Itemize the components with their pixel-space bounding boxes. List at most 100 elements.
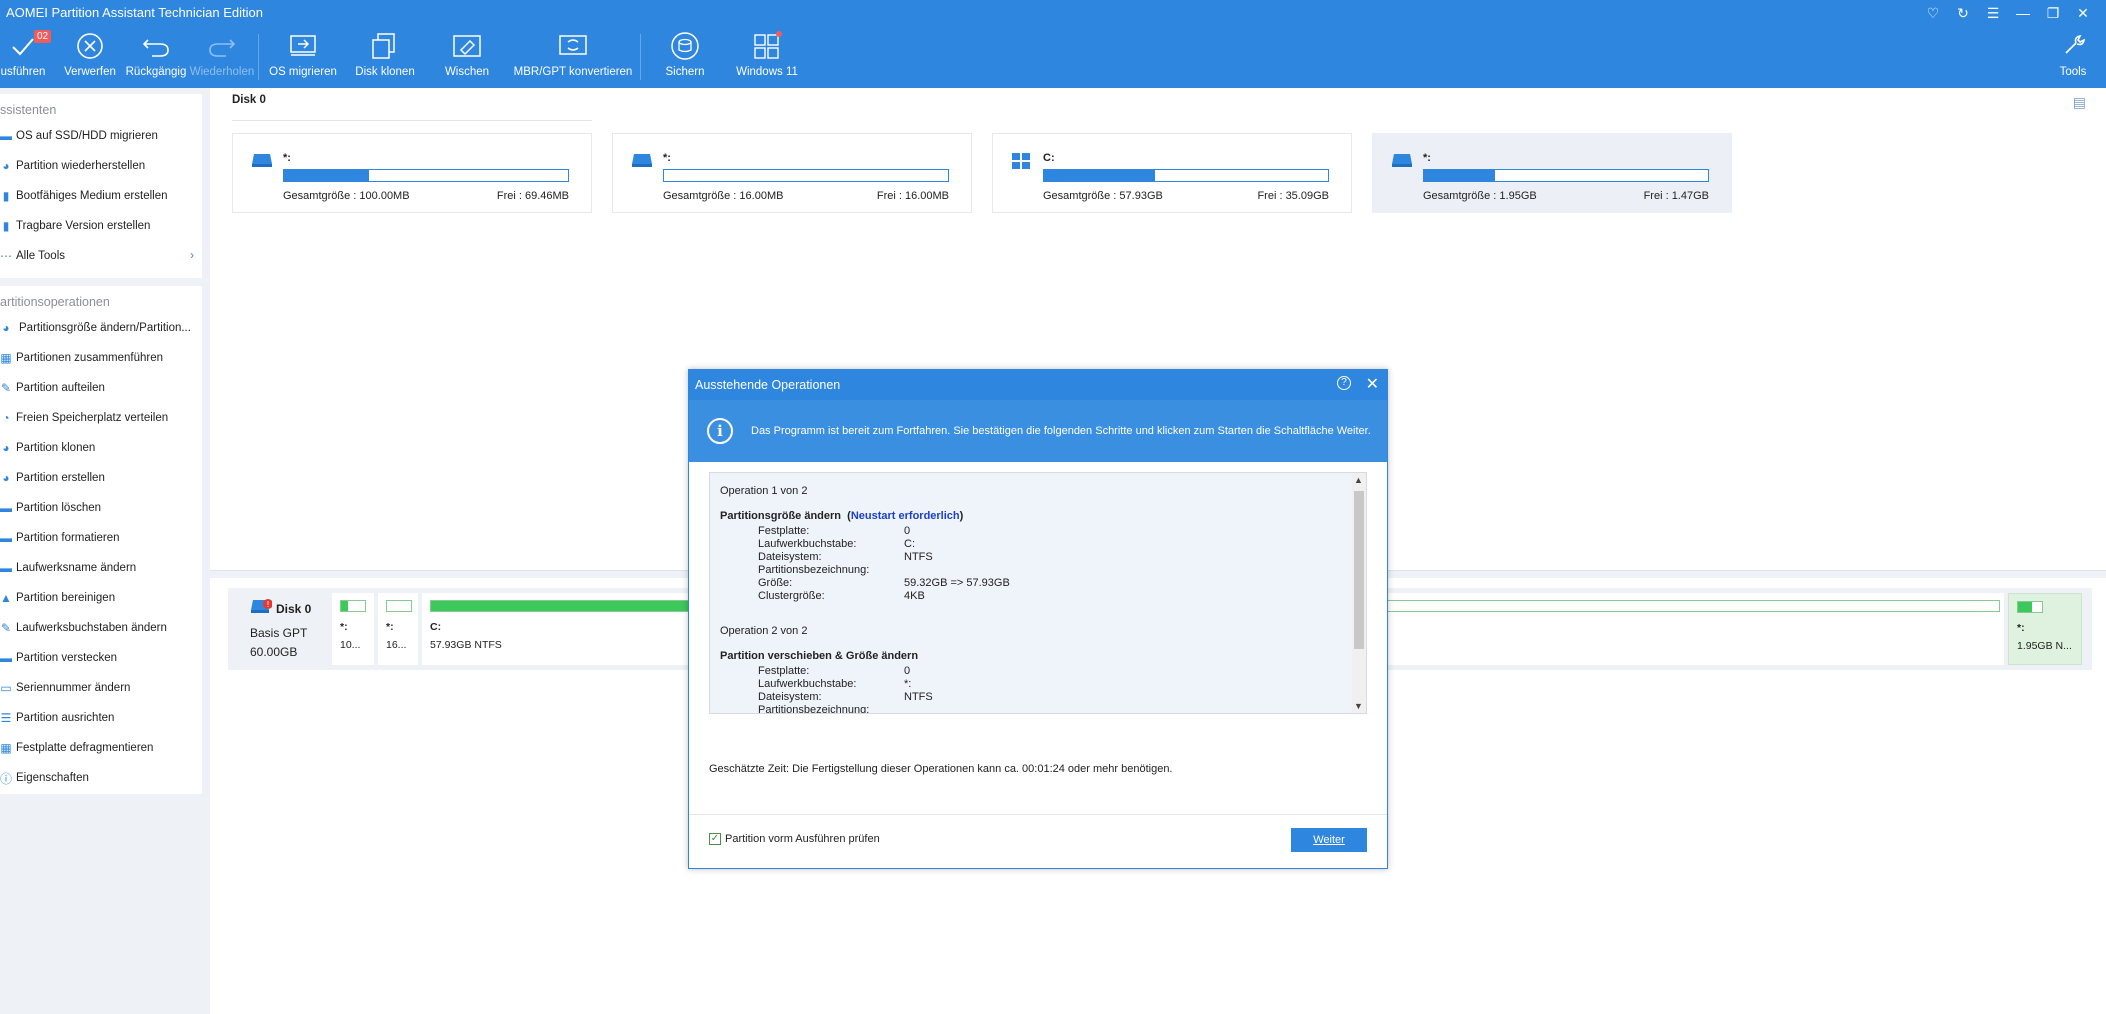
partition-usage-fill [341,601,349,611]
convert-icon [559,35,587,55]
sidebar-item-recover-partition[interactable]: ◕ Partition wiederherstellen [0,151,202,181]
check-partition-checkbox[interactable]: ✓ Partition vorm Ausführen prüfen [709,833,880,845]
drive-icon [252,154,272,167]
sidebar-item-delete-partition[interactable]: ▬ Partition löschen [0,493,202,523]
close-icon[interactable]: ✕ [1366,374,1379,394]
toolbar-separator [258,34,259,80]
dialog-title: Ausstehende Operationen [695,378,841,392]
sidebar: ssistenten ▬ OS auf SSD/HDD migrieren ◕ Pa… [0,88,210,1014]
usage-fill [284,170,370,181]
dialog-header: Ausstehende Operationen ? ✕ [689,370,1387,400]
sidebar-item-bootable-media[interactable]: ▮ Bootfähiges Medium erstellen [0,181,202,211]
sidebar-item-all-tools[interactable]: ⋯ Alle Tools › [0,241,202,271]
layout-toggle-icon[interactable]: ▤ [2073,94,2086,111]
op-detail-row: Festplatte: 0 [758,665,911,677]
partition-usage-bar [340,600,366,612]
clone-disk-button[interactable]: Disk klonen [350,30,420,84]
title-bar: AOMEI Partition Assistant Technician Edi… [0,0,2106,26]
undo-button[interactable]: Rückgängig [124,30,188,84]
op-detail-row: Laufwerkbuchstabe: *: [758,678,912,690]
restart-required-link[interactable]: Neustart erforderlich [851,510,960,522]
sidebar-item-properties[interactable]: ⓘ Eigenschaften [0,763,202,793]
sidebar-item-serial[interactable]: ▭ Seriennummer ändern [0,673,202,703]
partition-card[interactable]: C: Gesamtgröße : 57.93GB Frei : 35.09GB [992,133,1352,213]
disk-type: Basis GPT [250,626,308,640]
close-button[interactable]: ✕ [2068,2,2098,24]
mbr-gpt-convert-button[interactable]: MBR/GPT konvertieren [514,30,632,84]
sidebar-item-merge[interactable]: ▦ Partitionen zusammenführen [0,343,202,373]
operations-list[interactable]: Operation 1 von 2 Partitionsgröße ändern… [709,472,1367,714]
info-text: Das Programm ist bereit zum Fortfahren. … [751,425,1371,437]
sidebar-item-allocate-space[interactable]: ◔ Freien Speicherplatz verteilen [0,403,202,433]
sidebar-item-migrate-os[interactable]: ▬ OS auf SSD/HDD migrieren [0,121,202,151]
next-button[interactable]: Weiter [1291,828,1367,852]
op-detail-row: Festplatte: 0 [758,525,911,537]
feedback-icon[interactable]: ♡ [1918,2,1948,24]
disk-info[interactable]: ! Disk 0 Basis GPT 60.00GB [228,588,328,670]
disk-partition-block[interactable]: *: 10... [332,593,374,665]
merge-icon: ▦ [0,351,12,365]
resize-icon: ◕ [2,321,10,335]
op-detail-row: Partitionsbezeichnung: [758,704,870,714]
minimize-button[interactable]: — [2008,2,2038,24]
usage-bar [663,169,949,182]
sidebar-item-create-partition[interactable]: ◕ Partition erstellen [0,463,202,493]
more-icon: ⋯ [0,249,12,263]
disk-size: 60.00GB [250,645,298,659]
disk-partition-block-selected[interactable]: *: 1.95GB N... [2008,593,2082,665]
partition-card[interactable]: *: Gesamtgröße : 100.00MB Frei : 69.46MB [232,133,592,213]
op-detail-row: Dateisystem: NTFS [758,551,933,563]
sidebar-item-resize[interactable]: ◕ Partitionsgröße ändern/Partition... [0,313,202,343]
checkbox-checked-icon[interactable]: ✓ [709,833,721,845]
help-icon[interactable]: ? [1337,376,1351,390]
operation-header: Operation 1 von 2 [720,485,808,497]
apply-button[interactable]: 02 usführen [0,30,52,84]
dialog-footer: ✓ Partition vorm Ausführen prüfen Weiter [689,814,1387,868]
tools-icon [2065,34,2086,54]
op-detail-row: Dateisystem: NTFS [758,691,933,703]
scroll-thumb[interactable] [1354,491,1364,649]
discard-icon [77,33,103,59]
scroll-up-icon[interactable]: ▲ [1354,475,1363,485]
refresh-icon[interactable]: ↻ [1948,2,1978,24]
serial-icon: ▭ [0,681,12,695]
sidebar-item-format[interactable]: ▬ Partition formatieren [0,523,202,553]
windows11-button[interactable]: Windows 11 [730,30,804,84]
sidebar-item-defrag[interactable]: ▦ Festplatte defragmentieren [0,733,202,763]
partition-card-selected[interactable]: *: Gesamtgröße : 1.95GB Frei : 1.47GB [1372,133,1732,213]
menu-icon[interactable]: ☰ [1978,2,2008,24]
migrate-icon: ▬ [0,129,12,143]
partition-card[interactable]: *: Gesamtgröße : 16.00MB Frei : 16.00MB [612,133,972,213]
sidebar-item-split[interactable]: ✎ Partition aufteilen [0,373,202,403]
edit-icon: ✎ [0,621,12,635]
partition-ops-panel: artitionsoperationen ◕ Partitionsgröße än… [0,286,202,794]
sidebar-item-clone-partition[interactable]: ◕ Partition klonen [0,433,202,463]
estimated-time: Geschätzte Zeit: Die Fertigstellung dies… [709,763,1173,775]
create-icon: ◕ [2,471,10,485]
maximize-button[interactable]: ❐ [2038,2,2068,24]
disk-partition-block[interactable]: *: 16... [378,593,418,665]
clone-disk-icon [372,33,395,59]
info-icon: ⓘ [0,771,12,786]
sidebar-item-portable-version[interactable]: ▮ Tragbare Version erstellen [0,211,202,241]
disk-icon: ! [251,599,272,613]
windows-icon [1012,153,1030,169]
migrate-os-button[interactable]: OS migrieren [268,30,338,84]
sidebar-item-rename[interactable]: ▬ Laufwerksname ändern [0,553,202,583]
backup-button[interactable]: Sichern [654,30,716,84]
sidebar-item-wipe-partition[interactable]: ▲ Partition bereinigen [0,583,202,613]
sidebar-item-hide[interactable]: ▬ Partition verstecken [0,643,202,673]
scroll-down-icon[interactable]: ▼ [1354,701,1363,711]
sidebar-item-align[interactable]: ☰ Partition ausrichten [0,703,202,733]
rename-icon: ▬ [0,561,12,575]
allocate-icon: ◔ [2,411,10,425]
redo-button[interactable]: Wiederholen [190,30,254,84]
scrollbar[interactable]: ▲ ▼ [1352,473,1366,713]
wizards-header: ssistenten [0,103,57,117]
tools-button[interactable]: Tools [2058,30,2088,84]
drive-icon [632,154,652,167]
discard-button[interactable]: Verwerfen [60,30,120,84]
sidebar-item-change-letter[interactable]: ✎ Laufwerksbuchstaben ändern [0,613,202,643]
wipe-button[interactable]: Wischen [432,30,502,84]
delete-icon: ▬ [0,501,12,515]
